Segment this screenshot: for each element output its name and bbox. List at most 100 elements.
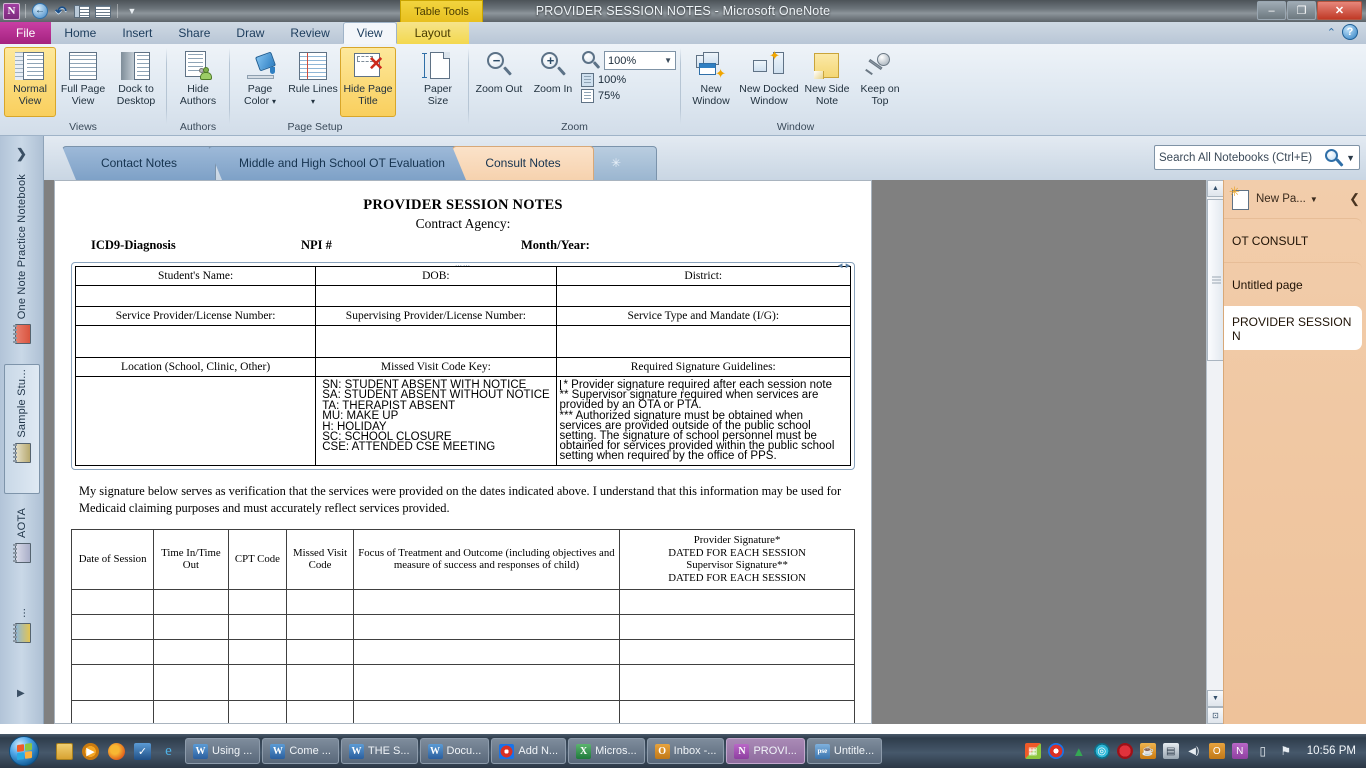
- tab-review[interactable]: Review: [277, 22, 342, 44]
- new-page-dropdown-icon[interactable]: ▼: [1310, 195, 1318, 204]
- onenote-tray-icon-2[interactable]: N: [1231, 743, 1248, 759]
- taskbar-button-come[interactable]: W Come ...: [262, 738, 339, 764]
- dock-to-desktop-button[interactable]: Dock to Desktop: [110, 47, 162, 117]
- cell[interactable]: [70, 588, 155, 615]
- cell-supervising-provider-label[interactable]: Supervising Provider/License Number:: [315, 306, 557, 326]
- search-dropdown-icon[interactable]: ▼: [1346, 153, 1355, 163]
- new-side-note-button[interactable]: New Side Note: [801, 47, 853, 117]
- chevron-down-icon-2[interactable]: ▾: [311, 97, 315, 106]
- cell-missed-visit-codes[interactable]: SN: STUDENT ABSENT WITH NOTICE SA: STUDE…: [315, 376, 557, 466]
- cell[interactable]: [70, 613, 155, 640]
- new-window-button[interactable]: ✦ New Window: [685, 47, 737, 117]
- cell-district-value[interactable]: [555, 285, 851, 307]
- search-icon[interactable]: [1323, 148, 1344, 168]
- new-page-button[interactable]: ✳ New Pa... ▼ ❮: [1224, 180, 1366, 218]
- tab-view[interactable]: View: [342, 22, 397, 44]
- hide-authors-button[interactable]: Hide Authors: [172, 47, 224, 117]
- cell-service-provider-label[interactable]: Service Provider/License Number:: [74, 306, 317, 326]
- search-box[interactable]: Search All Notebooks (Ctrl+E) ▼: [1154, 145, 1360, 170]
- taskbar-button-docu[interactable]: W Docu...: [419, 738, 490, 764]
- onenote-tray-icon[interactable]: O: [1208, 743, 1225, 759]
- tab-insert[interactable]: Insert: [109, 22, 165, 44]
- table-move-handle[interactable]: ⋯⋯ ◄►: [72, 261, 854, 270]
- new-docked-window-button[interactable]: ✦ New Docked Window: [738, 47, 800, 117]
- checkmark-icon[interactable]: ✓: [134, 742, 151, 760]
- scroll-split-button[interactable]: ⊡: [1207, 707, 1224, 724]
- cell[interactable]: [619, 699, 855, 723]
- cell-service-type-value[interactable]: [555, 325, 851, 358]
- explorer-icon[interactable]: [56, 742, 73, 760]
- tab-home[interactable]: Home: [51, 22, 109, 44]
- cell-students-name-value[interactable]: [74, 285, 317, 307]
- rule-lines-button[interactable]: Rule Lines ▾: [287, 47, 339, 117]
- cell[interactable]: [619, 663, 855, 701]
- cell[interactable]: [619, 638, 855, 665]
- cell[interactable]: [153, 588, 229, 615]
- tab-file[interactable]: File: [0, 22, 52, 44]
- cell[interactable]: [286, 588, 354, 615]
- cell[interactable]: [352, 699, 621, 723]
- google-drive-icon[interactable]: ▲: [1071, 743, 1087, 759]
- help-icon[interactable]: ?: [1342, 24, 1358, 40]
- page-vertical-scrollbar[interactable]: ▲ ▼ ⊡: [1206, 180, 1224, 724]
- cell[interactable]: [286, 638, 354, 665]
- cell[interactable]: [153, 638, 229, 665]
- sidebar-item-more-notebooks[interactable]: ...: [4, 608, 40, 668]
- expand-navigation-icon[interactable]: ❯: [16, 146, 27, 162]
- sidebar-item-aota[interactable]: AOTA: [4, 508, 40, 598]
- cell[interactable]: [352, 638, 621, 665]
- java-icon[interactable]: ☕: [1139, 743, 1156, 759]
- cell-location-label[interactable]: Location (School, Clinic, Other): [74, 357, 317, 377]
- tab-share[interactable]: Share: [165, 22, 223, 44]
- cell[interactable]: [70, 638, 155, 665]
- cell[interactable]: [227, 663, 288, 701]
- printer-icon[interactable]: ▤: [1162, 743, 1179, 759]
- cell[interactable]: [352, 613, 621, 640]
- scroll-down-button[interactable]: ▼: [1207, 690, 1224, 707]
- cell-signature-guidelines-label[interactable]: Required Signature Guidelines:: [555, 357, 851, 377]
- sidebar-item-sample-stu[interactable]: Sample Stu...: [4, 364, 40, 494]
- cell-service-provider-value[interactable]: [74, 325, 317, 358]
- cell[interactable]: [227, 699, 288, 723]
- page-list-item-provider-session[interactable]: PROVIDER SESSION N: [1224, 306, 1362, 350]
- volume-icon[interactable]: ◀): [1186, 743, 1202, 759]
- minimize-button[interactable]: –: [1257, 1, 1286, 20]
- notebook-list-more-arrow[interactable]: ▶: [17, 688, 25, 699]
- cell-signature-guidelines[interactable]: * Provider signature required after each…: [555, 376, 851, 466]
- page-list-item-ot-consult[interactable]: OT CONSULT: [1224, 218, 1362, 262]
- firefox-icon[interactable]: [108, 742, 125, 760]
- scroll-up-button[interactable]: ▲: [1207, 180, 1224, 197]
- cell-students-name-label[interactable]: Student's Name:: [74, 266, 317, 286]
- taskbar-button-add-n[interactable]: Add N...: [491, 738, 567, 764]
- media-player-icon[interactable]: ▶: [82, 742, 99, 760]
- cell[interactable]: [352, 663, 621, 701]
- cell[interactable]: [227, 613, 288, 640]
- verification-paragraph[interactable]: My signature below serves as verificatio…: [79, 483, 847, 517]
- zoom-preset-75[interactable]: 75%: [581, 89, 676, 103]
- keep-on-top-button[interactable]: Keep on Top: [854, 47, 906, 117]
- zoom-out-button[interactable]: − Zoom Out: [473, 47, 525, 117]
- cell-supervising-provider-value[interactable]: [315, 325, 557, 358]
- cell-dob-label[interactable]: DOB:: [315, 266, 557, 286]
- zoom-in-button[interactable]: + Zoom In: [527, 47, 579, 117]
- taskbar-button-provider[interactable]: N PROVI...: [726, 738, 805, 764]
- full-page-view-button[interactable]: Full Page View: [57, 47, 109, 117]
- session-log-table[interactable]: Date of Session Time In/Time Out CPT Cod…: [70, 528, 855, 723]
- info-table-container[interactable]: ⋯⋯ ◄► Student's Name: DOB: District: Ser…: [71, 261, 855, 470]
- zoom-percent-input[interactable]: 100% ▼: [604, 51, 676, 70]
- cell[interactable]: [352, 588, 621, 615]
- start-button[interactable]: [0, 735, 48, 767]
- cell[interactable]: [153, 613, 229, 640]
- section-tab-contact-notes[interactable]: Contact Notes: [62, 146, 216, 180]
- antivirus-icon[interactable]: ◎: [1093, 743, 1110, 759]
- section-tab-consult-notes[interactable]: Consult Notes: [452, 146, 594, 180]
- paper-size-button[interactable]: Paper Size: [412, 47, 464, 117]
- tab-layout[interactable]: Layout: [396, 22, 469, 44]
- close-button[interactable]: ✕: [1317, 1, 1362, 20]
- chevron-down-icon-zoom[interactable]: ▼: [664, 56, 672, 65]
- taskbar-button-using[interactable]: W Using ...: [185, 738, 261, 764]
- sidebar-item-practice-notebook[interactable]: One Note Practice Notebook: [4, 174, 40, 349]
- scrollbar-thumb[interactable]: [1207, 199, 1224, 361]
- collapse-page-list-icon[interactable]: ❮: [1349, 191, 1360, 207]
- chevron-down-icon[interactable]: ▾: [272, 97, 276, 106]
